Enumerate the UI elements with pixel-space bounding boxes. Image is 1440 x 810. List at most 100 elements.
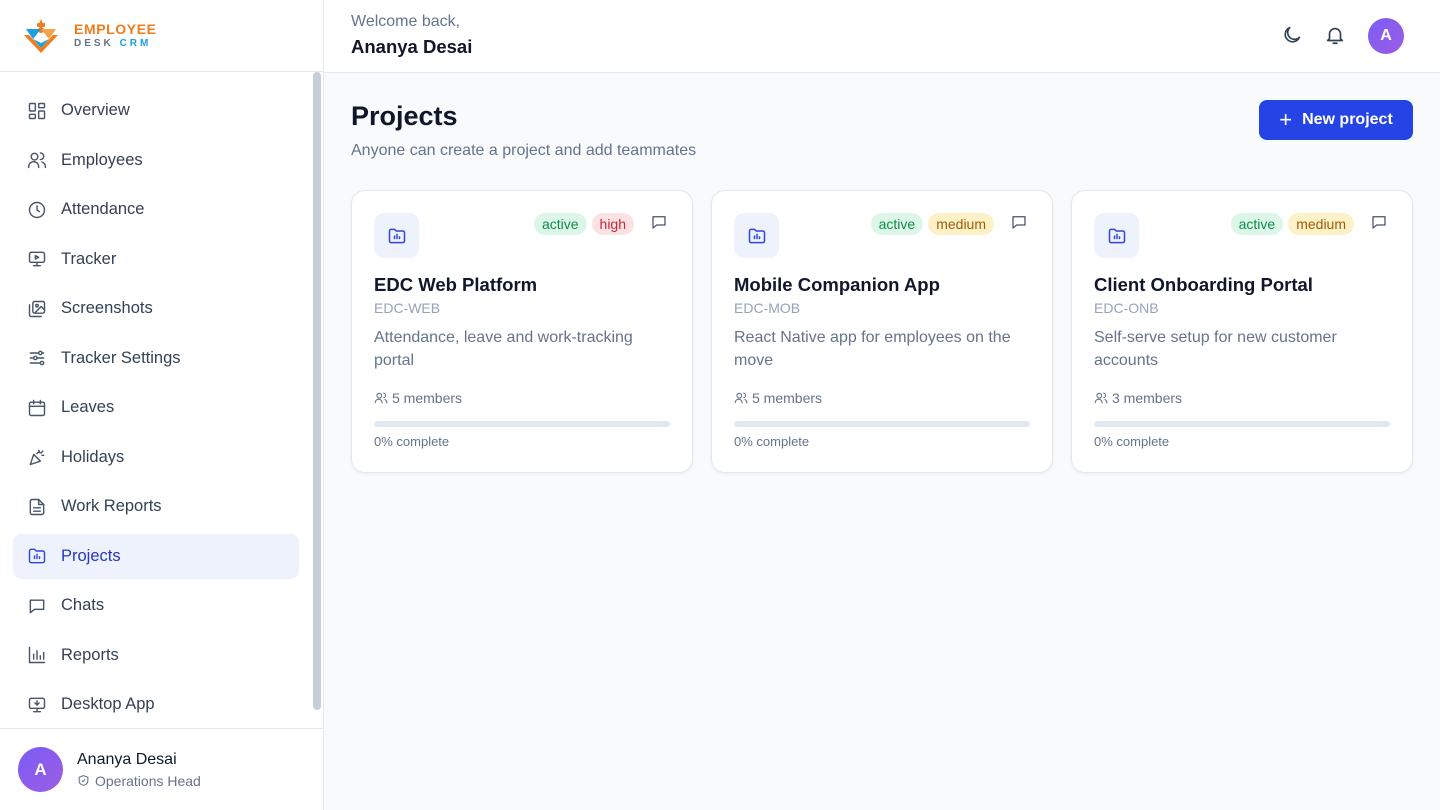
project-code: EDC-MOB <box>734 300 801 316</box>
page-subtitle: Anyone can create a project and add team… <box>351 142 697 159</box>
project-code: EDC-WEB <box>374 300 441 316</box>
project-chat-button[interactable] <box>1370 213 1390 233</box>
sidebar-item-leaves[interactable]: Leaves <box>13 385 299 430</box>
brand-name: EMPLOYEE <box>74 21 157 37</box>
shield-check-icon <box>78 775 89 786</box>
brand-logo-icon <box>24 18 58 53</box>
user-role: Operations Head <box>77 773 201 789</box>
project-chat-button[interactable] <box>1010 213 1030 233</box>
user-name: Ananya Desai <box>77 750 177 768</box>
progress-label: 0% complete <box>734 434 810 449</box>
sliders-icon <box>29 350 45 366</box>
folder-chart-icon <box>1108 228 1125 243</box>
users-icon <box>374 392 388 404</box>
sidebar-item-screenshots[interactable]: Screenshots <box>13 286 299 331</box>
users-icon <box>27 152 47 169</box>
sidebar-scrollbar[interactable] <box>312 72 322 728</box>
progress-label: 0% complete <box>374 434 450 449</box>
progress-bar <box>1094 421 1390 427</box>
page-title: Projects <box>351 101 458 131</box>
project-description: Self-serve setup for new customer accoun… <box>1094 329 1337 369</box>
priority-badge: medium <box>1288 213 1354 235</box>
sidebar: EMPLOYEE DESK CRM Overview Employees Att… <box>0 0 324 810</box>
clock-icon <box>28 201 46 218</box>
bar-chart-icon <box>28 646 46 664</box>
sidebar-item-reports[interactable]: Reports <box>13 633 299 678</box>
status-badge: active <box>533 213 587 235</box>
sidebar-item-holidays[interactable]: Holidays <box>13 435 299 480</box>
header-avatar[interactable]: A <box>1368 18 1404 54</box>
project-members: 5 members <box>734 390 822 406</box>
new-project-button[interactable]: + New project <box>1259 100 1413 140</box>
folder-chart-icon <box>748 228 765 243</box>
folder-chart-icon <box>28 548 46 564</box>
sidebar-item-tracker[interactable]: Tracker <box>13 237 299 282</box>
sidebar-item-label: Tracker <box>61 249 117 268</box>
folder-chart-icon <box>388 228 405 243</box>
moon-icon <box>1284 26 1301 43</box>
sidebar-item-label: Overview <box>61 101 130 119</box>
sidebar-item-label: Employees <box>61 150 143 169</box>
avatar: A <box>18 747 63 792</box>
brand[interactable]: EMPLOYEE DESK CRM <box>0 0 323 72</box>
sidebar-item-employees[interactable]: Employees <box>13 138 299 183</box>
theme-toggle-button[interactable] <box>1281 24 1303 46</box>
project-badges: active high <box>533 213 634 235</box>
project-card[interactable]: active high EDC Web Platform EDC-WEB Att… <box>351 190 693 473</box>
desktop-download-icon <box>28 697 46 712</box>
project-icon <box>1094 213 1139 258</box>
overview-icon <box>28 102 46 119</box>
images-icon <box>28 300 46 317</box>
sidebar-item-overview[interactable]: Overview <box>13 88 299 133</box>
chat-icon <box>1372 216 1386 229</box>
user-role-label: Operations Head <box>95 772 201 789</box>
chat-icon <box>1012 216 1026 229</box>
project-card[interactable]: active medium Client Onboarding Portal E… <box>1071 190 1413 473</box>
project-chat-button[interactable] <box>650 213 670 233</box>
plus-icon: + <box>1279 107 1293 132</box>
progress-bar <box>734 421 1030 427</box>
header-user-name: Ananya Desai <box>351 36 473 57</box>
sidebar-item-attendance[interactable]: Attendance <box>13 187 299 232</box>
project-name: Mobile Companion App <box>734 274 940 295</box>
user-profile[interactable]: A Ananya Desai Operations Head <box>0 728 323 810</box>
new-project-label: New project <box>1302 111 1393 128</box>
project-description: Attendance, leave and work-tracking port… <box>374 329 633 369</box>
sidebar-item-work-reports[interactable]: Work Reports <box>13 484 299 529</box>
party-icon <box>29 449 45 466</box>
project-members: 5 members <box>374 390 462 406</box>
sidebar-item-chats[interactable]: Chats <box>13 583 299 628</box>
brand-subname: DESK CRM <box>74 39 157 49</box>
chat-icon <box>652 216 666 229</box>
brand-crm: CRM <box>119 38 152 49</box>
project-badges: active medium <box>1230 213 1354 235</box>
sidebar-item-label: Attendance <box>61 200 145 218</box>
priority-badge: high <box>591 213 634 235</box>
priority-badge: medium <box>928 213 994 235</box>
members-count: 5 members <box>392 390 463 406</box>
project-name: Client Onboarding Portal <box>1094 274 1313 295</box>
sidebar-item-projects[interactable]: Projects <box>13 533 299 579</box>
document-icon <box>29 498 45 515</box>
brand-desk: DESK <box>74 38 114 49</box>
progress-bar <box>374 421 670 427</box>
project-badges: active medium <box>870 213 994 235</box>
project-card[interactable]: active medium Mobile Companion App EDC-M… <box>711 190 1053 473</box>
users-icon <box>734 392 748 404</box>
project-description: React Native app for employees on the mo… <box>734 329 1011 369</box>
calendar-icon <box>28 399 46 416</box>
scrollbar-thumb[interactable] <box>313 72 321 710</box>
sidebar-item-label: Screenshots <box>61 299 153 317</box>
sidebar-item-label: Tracker Settings <box>61 348 181 367</box>
sidebar-item-desktop-app[interactable]: Desktop App <box>13 682 299 727</box>
notifications-button[interactable] <box>1324 24 1346 46</box>
status-badge: active <box>1230 213 1284 235</box>
progress-label: 0% complete <box>1094 434 1170 449</box>
sidebar-item-label: Desktop App <box>61 695 155 713</box>
sidebar-nav: Overview Employees Attendance Tracker Sc… <box>13 88 299 732</box>
sidebar-item-tracker-settings[interactable]: Tracker Settings <box>13 336 299 381</box>
top-header: Welcome back, Ananya Desai A <box>324 0 1440 73</box>
project-icon <box>374 213 419 258</box>
members-count: 5 members <box>752 390 823 406</box>
sidebar-item-label: Leaves <box>61 398 115 416</box>
